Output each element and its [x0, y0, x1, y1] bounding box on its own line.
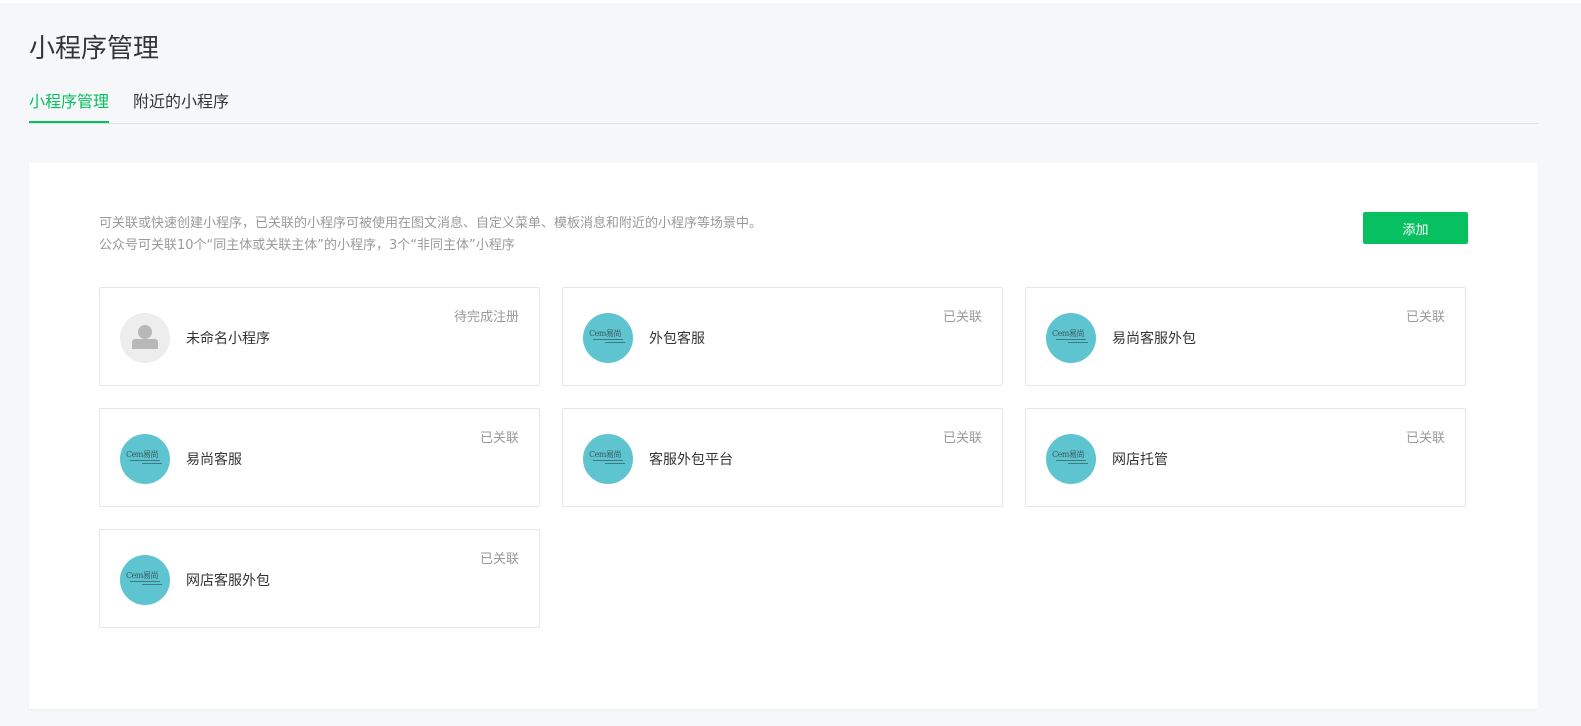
brand-logo-icon: Cem易尚 — [583, 313, 633, 363]
description-line-2: 公众号可关联10个“同主体或关联主体”的小程序，3个“非同主体”小程序 — [99, 238, 515, 253]
tab-miniprogram-management[interactable]: 小程序管理 — [29, 86, 110, 123]
brand-logo-icon: Cem易尚 — [120, 434, 170, 484]
tab-bar: 小程序管理 附近的小程序 — [29, 86, 1538, 124]
miniprogram-name: 网店客服外包 — [186, 573, 270, 589]
miniprogram-card[interactable]: Cem易尚 客服外包平台 已关联 — [562, 408, 1003, 507]
status-label: 已关联 — [479, 431, 519, 446]
miniprogram-name: 未命名小程序 — [186, 331, 270, 347]
brand-logo-icon: Cem易尚 — [583, 434, 633, 484]
miniprogram-name: 外包客服 — [649, 331, 705, 347]
miniprogram-name: 易尚客服外包 — [1112, 331, 1196, 347]
miniprogram-card[interactable]: Cem易尚 外包客服 已关联 — [562, 287, 1003, 386]
miniprogram-card[interactable]: Cem易尚 网店客服外包 已关联 — [99, 529, 540, 628]
miniprogram-name: 网店托管 — [1112, 452, 1168, 468]
status-label: 已关联 — [1405, 431, 1445, 446]
miniprogram-name: 易尚客服 — [186, 452, 242, 468]
status-label: 已关联 — [942, 431, 982, 446]
miniprogram-card[interactable]: Cem易尚 易尚客服 已关联 — [99, 408, 540, 507]
miniprogram-panel: 可关联或快速创建小程序，已关联的小程序可被使用在图文消息、自定义菜单、模板消息和… — [29, 163, 1538, 709]
default-user-icon — [120, 313, 170, 363]
status-label: 已关联 — [942, 310, 982, 325]
tab-nearby-miniprograms[interactable]: 附近的小程序 — [133, 86, 229, 123]
miniprogram-card[interactable]: Cem易尚 易尚客服外包 已关联 — [1025, 287, 1466, 386]
add-button[interactable]: 添加 — [1363, 212, 1468, 244]
page-title: 小程序管理 — [29, 34, 160, 64]
brand-logo-icon: Cem易尚 — [1046, 434, 1096, 484]
description: 可关联或快速创建小程序，已关联的小程序可被使用在图文消息、自定义菜单、模板消息和… — [99, 213, 762, 257]
brand-logo-icon: Cem易尚 — [120, 555, 170, 605]
miniprogram-card[interactable]: Cem易尚 网店托管 已关联 — [1025, 408, 1466, 507]
status-label: 待完成注册 — [453, 310, 519, 325]
status-label: 已关联 — [1405, 310, 1445, 325]
description-line-1: 可关联或快速创建小程序，已关联的小程序可被使用在图文消息、自定义菜单、模板消息和… — [99, 216, 763, 231]
top-bar — [0, 0, 1581, 3]
status-label: 已关联 — [479, 552, 519, 567]
miniprogram-name: 客服外包平台 — [649, 452, 733, 468]
brand-logo-icon: Cem易尚 — [1046, 313, 1096, 363]
miniprogram-card[interactable]: 未命名小程序 待完成注册 — [99, 287, 540, 386]
